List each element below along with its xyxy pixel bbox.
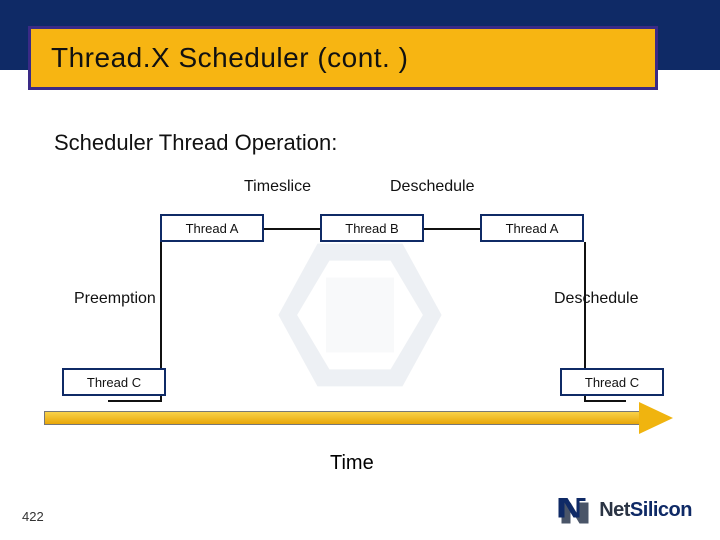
netsilicon-logo-icon bbox=[557, 494, 593, 526]
connector bbox=[264, 228, 320, 230]
box-thread-b: Thread B bbox=[320, 214, 424, 242]
timeline-label: Time bbox=[330, 452, 374, 475]
label-deschedule-top: Deschedule bbox=[390, 178, 475, 196]
box-thread-c-right: Thread C bbox=[560, 368, 664, 396]
watermark-hexagon-icon bbox=[270, 230, 450, 400]
connector bbox=[584, 400, 626, 402]
logo-text-silicon: Silicon bbox=[630, 499, 692, 521]
box-thread-c-right-label: Thread C bbox=[585, 375, 639, 390]
timeline-arrow-head-icon bbox=[639, 402, 673, 434]
box-thread-a-1: Thread A bbox=[160, 214, 264, 242]
connector bbox=[424, 228, 480, 230]
box-thread-a-1-label: Thread A bbox=[186, 221, 239, 236]
box-thread-c-left: Thread C bbox=[62, 368, 166, 396]
label-preemption: Preemption bbox=[74, 290, 156, 308]
logo-text-net: Net bbox=[599, 499, 630, 521]
slide-number: 422 bbox=[22, 509, 44, 524]
connector bbox=[108, 400, 162, 402]
label-deschedule-right: Deschedule bbox=[554, 290, 639, 308]
box-thread-a-2: Thread A bbox=[480, 214, 584, 242]
logo-text: NetSilicon bbox=[599, 499, 692, 522]
label-timeslice: Timeslice bbox=[244, 178, 311, 196]
box-thread-b-label: Thread B bbox=[345, 221, 398, 236]
title-bar: Thread.X Scheduler (cont. ) bbox=[28, 26, 658, 90]
box-thread-a-2-label: Thread A bbox=[506, 221, 559, 236]
timeline-arrow-body bbox=[44, 411, 640, 425]
footer-logo: NetSilicon bbox=[557, 494, 692, 526]
section-heading: Scheduler Thread Operation: bbox=[54, 130, 337, 156]
box-thread-c-left-label: Thread C bbox=[87, 375, 141, 390]
slide-title: Thread.X Scheduler (cont. ) bbox=[51, 42, 408, 74]
